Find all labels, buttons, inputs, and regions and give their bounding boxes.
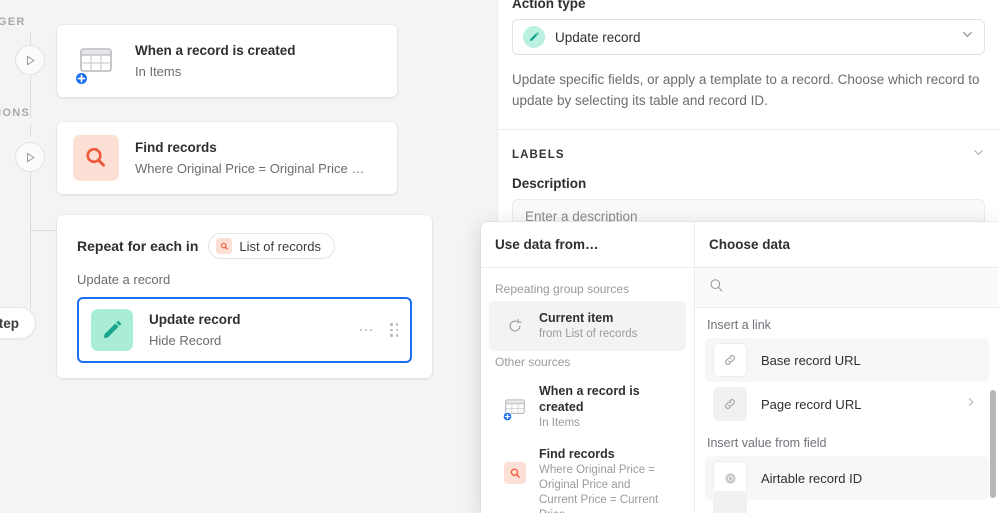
data-source-title: Use data from… [481, 222, 694, 268]
plus-circle-icon [75, 72, 88, 85]
add-step-button[interactable]: t step [0, 307, 37, 339]
flow-card-repeat-group[interactable]: Repeat for each in List of records Updat… [57, 215, 432, 378]
choose-data-group-label: Insert value from field [707, 436, 827, 450]
choose-data-column: Choose data Insert a link Base record UR… [695, 222, 999, 513]
chevron-right-icon[interactable] [965, 395, 981, 413]
link-icon [713, 387, 747, 421]
repeat-source-chip-label: List of records [239, 238, 322, 254]
search-icon [709, 278, 724, 298]
panel-divider [498, 129, 999, 130]
source-item-when-record-created[interactable]: When a record is created In Items [489, 374, 686, 440]
drag-handle-icon[interactable] [390, 323, 398, 337]
rail-connector [30, 76, 31, 118]
action-type-label: Action type [512, 0, 586, 11]
play-triangle-icon [26, 152, 34, 162]
source-item-subtitle: In Items [539, 417, 580, 429]
labels-section-caption: LABELS [512, 149, 565, 161]
choose-data-search[interactable] [695, 268, 999, 308]
source-group-label: Repeating group sources [495, 282, 630, 296]
magnifier-icon [501, 462, 529, 484]
action-type-select[interactable]: Update record [512, 19, 985, 55]
play-triangle-icon [26, 55, 34, 65]
data-source-column: Use data from… Repeating group sources C… [481, 222, 695, 513]
flow-step-subtitle: Hide Record [149, 332, 222, 348]
choose-data-item-name: Page record URL [761, 396, 862, 412]
source-item-title: Find records [539, 447, 615, 461]
data-picker-popover: Use data from… Repeating group sources C… [481, 222, 999, 513]
repeat-arrow-icon [501, 318, 529, 334]
choose-data-item-base-record-url[interactable]: Base record URL [705, 338, 989, 382]
vertical-scrollbar[interactable] [990, 390, 996, 498]
source-item-subtitle: from List of records [539, 328, 638, 340]
choose-data-group-label: Insert a link [707, 318, 771, 332]
run-action-button[interactable] [15, 142, 45, 172]
flow-step-title: Update record [149, 311, 241, 327]
table-grid-icon [501, 398, 529, 421]
data-source-list: Repeating group sources Current item fro… [481, 268, 694, 513]
flow-card-title: When a record is created [135, 42, 296, 58]
source-item-current-item[interactable]: Current item from List of records [489, 301, 686, 351]
rail-actions-label: TIONS [0, 107, 31, 119]
repeat-group-section-label: Update a record [77, 272, 171, 287]
add-step-label: t step [0, 315, 20, 331]
source-group-label: Other sources [495, 355, 571, 369]
fingerprint-icon [713, 461, 747, 495]
flow-card-title: Find records [135, 139, 217, 155]
choose-data-item-partial[interactable] [713, 491, 747, 513]
description-field-label: Description [512, 176, 587, 191]
table-grid-icon [73, 38, 119, 85]
repeat-group-heading: Repeat for each in [77, 238, 199, 254]
link-icon [713, 343, 747, 377]
source-item-find-records[interactable]: Find records Where Original Price = Orig… [489, 440, 686, 513]
rail-trigger-label: GGER [0, 16, 26, 28]
automation-flow-canvas: GGER TIONS t step [0, 0, 497, 513]
source-item-title: Current item [539, 311, 614, 325]
chevron-down-icon[interactable] [972, 146, 985, 164]
choose-data-title: Choose data [695, 222, 999, 268]
pencil-icon [523, 26, 545, 48]
ellipsis-icon[interactable] [359, 328, 372, 332]
app-root: GGER TIONS t step [0, 0, 999, 513]
flow-card-find-records[interactable]: Find records Where Original Price = Orig… [57, 122, 397, 194]
rail-connector [30, 32, 31, 46]
repeat-source-chip[interactable]: List of records [208, 233, 336, 259]
labels-section-header[interactable]: LABELS [512, 146, 985, 164]
action-type-description: Update specific fields, or apply a templ… [512, 72, 980, 108]
flow-card-subtitle: In Items [135, 63, 182, 79]
source-item-subtitle: Where Original Price = Original Price an… [539, 464, 659, 513]
plus-circle-icon [503, 411, 512, 421]
chevron-down-icon[interactable] [961, 28, 974, 46]
rail-branch-connector [30, 230, 58, 231]
rail-connector [30, 166, 31, 309]
magnifier-icon [216, 238, 233, 254]
flow-card-trigger[interactable]: When a record is created In Items [57, 25, 397, 97]
run-trigger-button[interactable] [15, 45, 45, 75]
magnifier-icon [73, 135, 119, 181]
flow-step-update-record[interactable]: Update record Hide Record [77, 297, 412, 363]
action-type-value: Update record [555, 29, 641, 45]
pencil-icon [91, 309, 133, 351]
repeat-group-header: Repeat for each in List of records [77, 233, 412, 259]
choose-data-list: Insert a link Base record URL Page recor… [695, 308, 999, 513]
choose-data-item-name: Base record URL [761, 352, 861, 368]
choose-data-item-airtable-record-id[interactable]: Airtable record ID [705, 456, 989, 500]
source-item-title: When a record is created [539, 384, 640, 414]
choose-data-item-page-record-url[interactable]: Page record URL [705, 382, 989, 426]
rail-connector [30, 124, 31, 136]
flow-card-subtitle: Where Original Price = Original Price … [135, 160, 365, 176]
choose-data-item-name: Airtable record ID [761, 470, 863, 486]
